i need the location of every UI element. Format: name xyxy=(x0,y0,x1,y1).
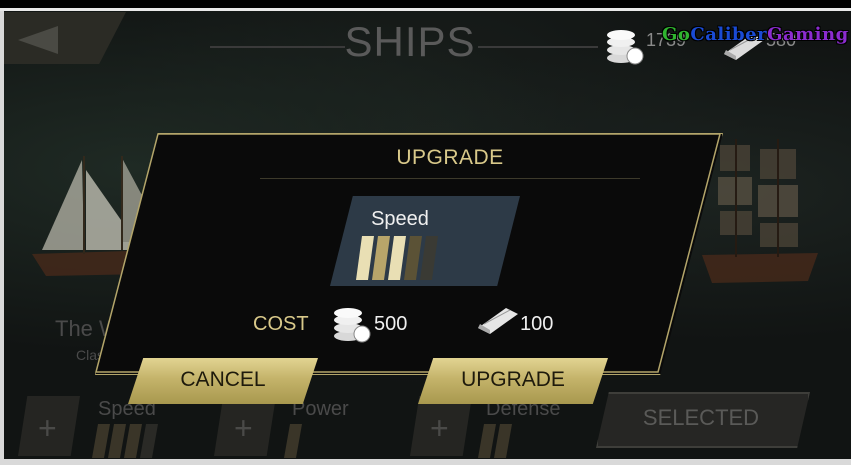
coins-icon xyxy=(334,308,371,343)
right-ship-image xyxy=(702,139,818,283)
selected-button-label: SELECTED xyxy=(642,405,760,430)
level-bar xyxy=(372,236,390,280)
watermark-logo: GoCaliberGaming xyxy=(662,24,849,45)
plus-icon: + xyxy=(38,410,57,446)
back-arrow-icon xyxy=(18,26,58,54)
upgrade-stat-level-bars xyxy=(356,236,438,280)
title-divider-left xyxy=(210,46,345,48)
upgrade-stat-name: Speed xyxy=(371,208,429,230)
modal-title: UPGRADE xyxy=(396,146,504,169)
watermark-part-go: Go xyxy=(662,24,691,45)
defense-stat-bars xyxy=(478,424,512,458)
cancel-button-label: CANCEL xyxy=(180,368,266,391)
page-title: SHIPS xyxy=(344,18,476,65)
bottom-frame-strip xyxy=(0,459,851,465)
modal-title-divider xyxy=(260,178,640,179)
watermark-part-gaming: Gaming xyxy=(767,24,849,45)
title-divider-right xyxy=(478,46,598,48)
watermark-part-caliber: Caliber xyxy=(690,24,768,45)
left-frame-strip xyxy=(0,11,4,465)
upgrade-button-label: UPGRADE xyxy=(461,368,565,391)
level-bar xyxy=(404,236,422,280)
plus-icon: + xyxy=(234,410,253,446)
plus-icon: + xyxy=(430,410,449,446)
power-stat-bars xyxy=(284,424,302,458)
level-bar xyxy=(356,236,374,280)
cost-label: COST xyxy=(253,313,309,335)
top-black-bar xyxy=(0,0,851,8)
speed-stat-bars xyxy=(92,424,158,458)
level-bar xyxy=(388,236,406,280)
cost-wood-value: 100 xyxy=(520,313,554,335)
cost-coins-value: 500 xyxy=(374,313,408,335)
wood-icon xyxy=(478,308,518,334)
coins-icon xyxy=(607,30,644,65)
level-bar xyxy=(420,236,438,280)
